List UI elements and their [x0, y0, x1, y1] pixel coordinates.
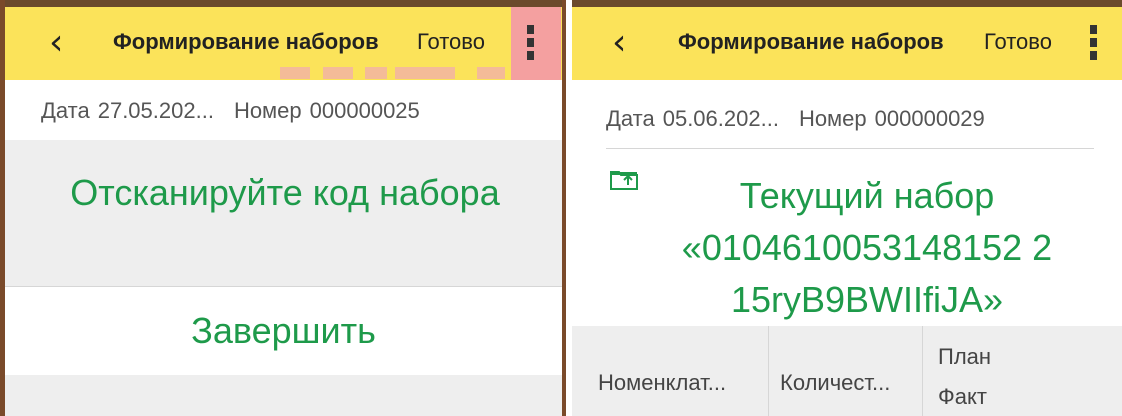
left-screen: ‹ Формирование наборов Готово Дата 27.05.…: [0, 0, 566, 416]
page-title: Формирование наборов: [113, 29, 379, 54]
number-label: Номер: [798, 106, 867, 131]
back-arrow-icon[interactable]: ‹: [49, 21, 63, 65]
scan-prompt: Отсканируйте код набора: [70, 172, 500, 213]
page-title: Формирование наборов: [678, 29, 944, 54]
number-value: 000000025: [309, 98, 420, 123]
current-set-title: Текущий набор: [739, 175, 995, 216]
column-header-item[interactable]: Номенклат...: [598, 326, 766, 416]
date-value: 05.06.202...: [662, 106, 779, 131]
highlight-mark: [395, 67, 455, 79]
table-header: Номенклат... Количест... План Факт: [572, 326, 1122, 416]
app-bar: ‹ Формирование наборов Готово: [5, 0, 562, 80]
fact-label: Факт: [938, 384, 987, 409]
prompt-area: Отсканируйте код набора: [5, 140, 562, 286]
done-button[interactable]: Готово: [417, 29, 485, 55]
footer-area: [5, 375, 562, 416]
right-screen: ‹ Формирование наборов Готово Дата 05.06.…: [572, 0, 1122, 416]
finish-button[interactable]: Завершить: [5, 287, 562, 375]
column-divider: [922, 326, 923, 416]
plan-label: План: [938, 344, 992, 369]
date-value: 27.05.202...: [97, 98, 214, 123]
column-divider: [768, 326, 769, 416]
document-meta: Дата 05.06.202... Номер 000000029: [606, 106, 1005, 132]
divider: [606, 148, 1094, 149]
number-label: Номер: [233, 98, 302, 123]
document-meta: Дата 27.05.202... Номер 000000025: [41, 98, 440, 124]
highlight-mark: [477, 67, 505, 79]
current-set-code-line1: «0104610053148152 2: [681, 227, 1053, 268]
back-arrow-icon[interactable]: ‹: [612, 21, 626, 65]
more-vertical-icon[interactable]: [1078, 21, 1108, 69]
done-button[interactable]: Готово: [984, 29, 1052, 55]
date-label: Дата: [606, 106, 655, 131]
highlight-mark: [323, 67, 353, 79]
number-value: 000000029: [874, 106, 985, 131]
highlight-mark: [280, 67, 310, 79]
current-set: Текущий набор «0104610053148152 2 15ryB9…: [632, 170, 1102, 326]
current-set-code-line2: 15ryB9BWIIfiJA»: [730, 279, 1004, 320]
column-header-quantity[interactable]: Количест...: [780, 326, 920, 416]
more-vertical-icon[interactable]: [515, 21, 545, 69]
highlight-mark: [365, 67, 387, 79]
app-bar: ‹ Формирование наборов Готово: [572, 0, 1122, 80]
date-label: Дата: [41, 98, 90, 123]
column-header-plan-fact[interactable]: План Факт: [938, 326, 1058, 416]
